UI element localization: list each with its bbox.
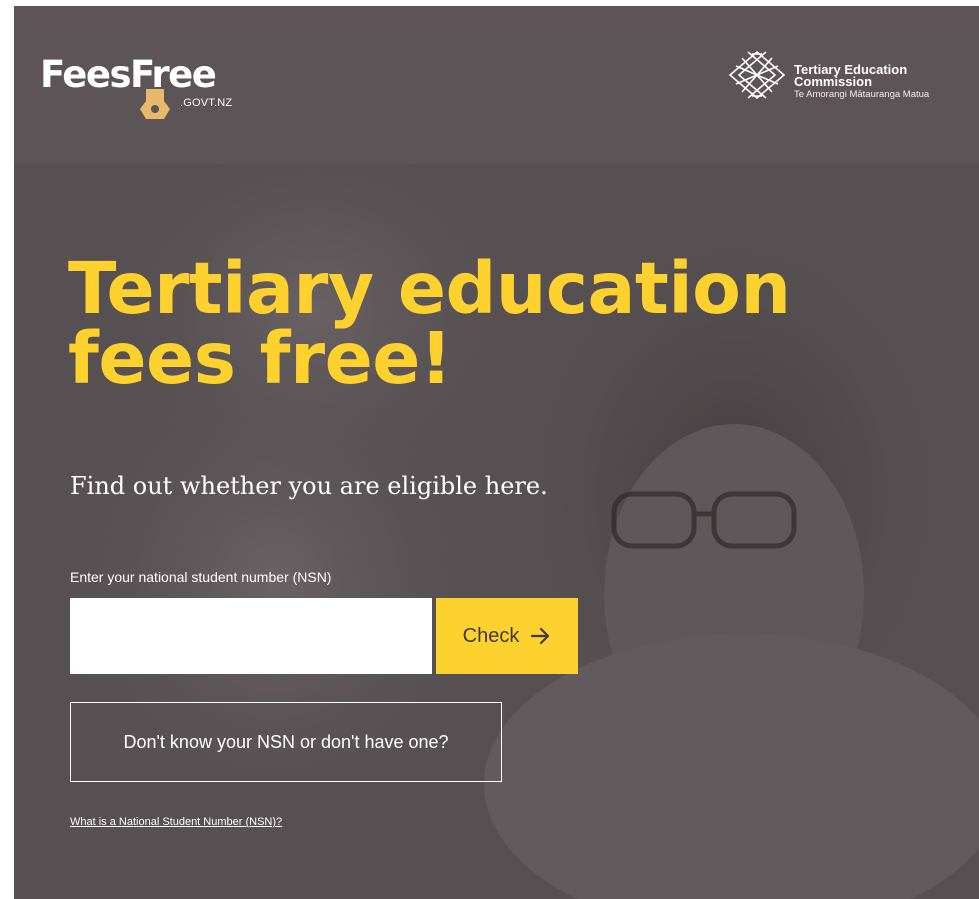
headline-line-2: fees free! (68, 317, 452, 400)
logo-suffix: .GOVT.NZ (180, 97, 233, 109)
hero-headline: Tertiary education fees free! (68, 247, 948, 400)
site-header: FeesFree .GOVT.NZ Tertiary Education Com… (14, 6, 979, 164)
tec-line-2: Commission (794, 74, 873, 89)
arrow-right-icon (531, 627, 550, 645)
hero-subheading: Find out whether you are eligible here. (70, 472, 548, 500)
nsn-field-label: Enter your national student number (NSN) (70, 569, 332, 585)
tec-logo[interactable]: Tertiary Education Commission Te Amorang… (728, 50, 978, 100)
tec-line-3: Te Amorangi Mātauranga Matua (794, 89, 930, 100)
page-frame: FeesFree .GOVT.NZ Tertiary Education Com… (14, 6, 979, 899)
feesfree-logo[interactable]: FeesFree .GOVT.NZ (40, 53, 240, 123)
dont-know-nsn-label: Don't know your NSN or don't have one? (123, 731, 449, 752)
headline-line-1: Tertiary education (68, 247, 791, 330)
key-icon (140, 89, 170, 119)
nsn-input[interactable] (70, 598, 432, 674)
dont-know-nsn-button[interactable]: Don't know your NSN or don't have one? (70, 702, 502, 782)
check-button[interactable]: Check (436, 598, 578, 674)
tec-logo-mark (728, 50, 786, 100)
logo-wordmark: FeesFree (40, 53, 217, 96)
check-button-label: Check (462, 624, 520, 647)
what-is-nsn-link[interactable]: What is a National Student Number (NSN)? (70, 816, 282, 828)
tec-logo-text: Tertiary Education Commission Te Amorang… (794, 63, 930, 101)
hero-section: Tertiary education fees free! Find out w… (14, 164, 979, 899)
